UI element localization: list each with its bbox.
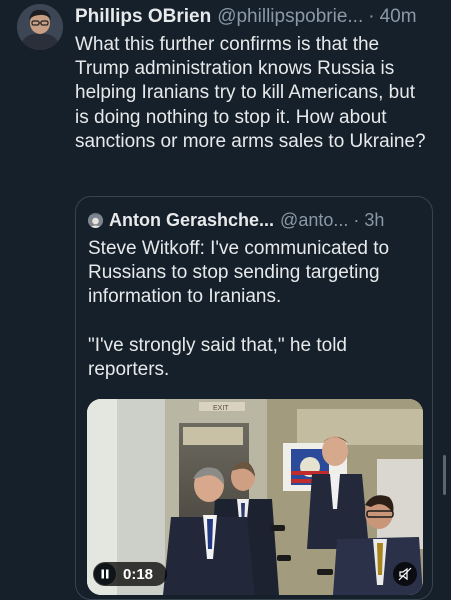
scrollbar[interactable] — [443, 455, 446, 495]
quote-header: Anton Gerashche... @anto... · 3h — [88, 209, 422, 231]
pause-icon[interactable] — [93, 562, 117, 586]
playback-pill[interactable]: 0:18 — [93, 562, 167, 586]
tweet-header: Phillips OBrien @phillipspobrie... · 40m — [75, 4, 445, 30]
mute-button[interactable] — [393, 562, 417, 586]
video-timestamp: 0:18 — [123, 565, 154, 583]
author-name[interactable]: Phillips OBrien — [75, 4, 211, 30]
mute-icon — [398, 567, 412, 581]
quote-avatar-image — [88, 214, 103, 228]
author-handle[interactable]: @phillipspobrie... — [217, 4, 363, 30]
quote-author-avatar[interactable] — [88, 212, 103, 228]
quote-separator-dot: · — [353, 210, 360, 230]
video-player[interactable]: EXIT 0:18 — [87, 399, 423, 595]
quote-author-name[interactable]: Anton Gerashche... — [109, 209, 274, 231]
quote-paragraph-1: Steve Witkoff: I've communicated to Russ… — [88, 238, 390, 308]
quote-author-handle[interactable]: @anto... — [280, 209, 348, 231]
separator-dot: · — [368, 6, 375, 27]
quoted-tweet[interactable]: Anton Gerashche... @anto... · 3h Steve W… — [75, 196, 433, 600]
quote-text: Steve Witkoff: I've communicated to Russ… — [88, 237, 423, 406]
exit-sign: EXIT — [213, 405, 229, 412]
author-avatar[interactable] — [17, 4, 63, 50]
avatar-image — [17, 4, 63, 50]
tweet-time[interactable]: 40m — [380, 4, 417, 30]
tweet-text: What this further confirms is that the T… — [75, 34, 426, 152]
pause-glyph — [94, 563, 116, 585]
quote-time[interactable]: 3h — [364, 209, 384, 231]
quote-paragraph-2: "I've strongly said that," he told repor… — [88, 334, 347, 380]
timeline: Phillips OBrien @phillipspobrie... · 40m… — [0, 0, 451, 600]
